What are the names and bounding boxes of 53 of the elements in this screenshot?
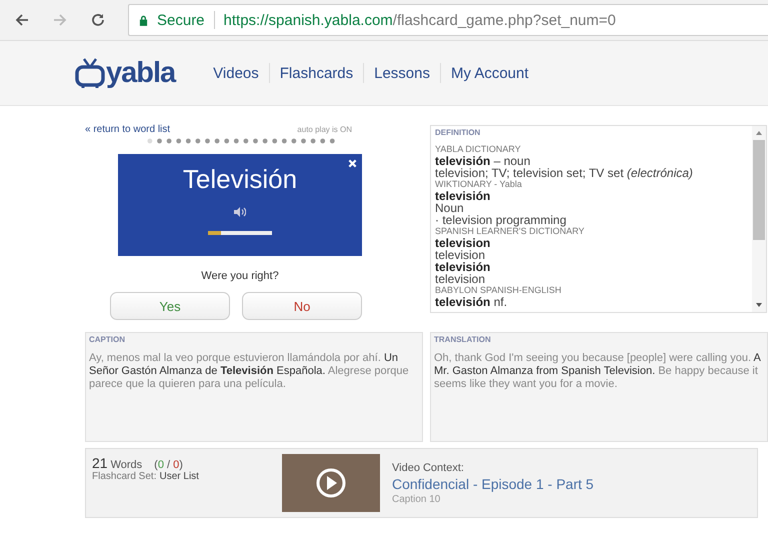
caption-text: Ay, menos mal la veo porque estuvieron llamándola por ahí. Un Señor Gastón Almanza de Televisión Española. Alegrese porque parece que la quieren para una película. bbox=[89, 352, 410, 391]
scroll-up-icon[interactable] bbox=[755, 130, 763, 136]
nav-link[interactable]: My Account bbox=[441, 64, 539, 82]
definition-line: televisión – noun bbox=[435, 155, 532, 167]
scroll-down-icon[interactable] bbox=[755, 302, 763, 308]
definition-line: television; TV; television set; TV set (electrónica) bbox=[435, 167, 694, 179]
return-link[interactable]: « return to word list bbox=[85, 124, 170, 135]
question-text: Were you right? bbox=[200, 270, 280, 282]
reload-icon[interactable] bbox=[90, 12, 106, 28]
score-text: (0 / 0) bbox=[154, 459, 183, 471]
logo-text[interactable]: yabla bbox=[106, 56, 176, 90]
tv-logo-icon bbox=[75, 57, 105, 89]
yes-button[interactable]: Yes bbox=[110, 292, 230, 320]
caption-number: Caption 10 bbox=[392, 494, 442, 504]
dictionary-source: WIKTIONARY - Yabla bbox=[435, 179, 523, 190]
video-thumbnail[interactable] bbox=[282, 454, 380, 512]
word-count: 21 bbox=[92, 455, 108, 471]
lock-icon bbox=[139, 14, 148, 26]
address-bar[interactable]: Secure https://spanish.yabla.com/flashcard_game.php?set_num=0 bbox=[128, 4, 768, 36]
autoplay-status: auto play is ON bbox=[297, 125, 352, 134]
translation-text: Oh, thank God I'm seeing you because [people] were calling you. A Mr. Gaston Almanza from Spanish Television. Be happy because it seems like they want you for a movie. bbox=[434, 352, 762, 391]
nav-link[interactable]: Videos bbox=[203, 64, 269, 82]
dictionary-source: BABYLON SPANISH-ENGLISH bbox=[435, 285, 562, 296]
close-icon[interactable] bbox=[348, 159, 357, 168]
nav-link[interactable]: Flashcards bbox=[270, 64, 364, 82]
panel-heading: TRANSLATION bbox=[434, 335, 492, 344]
dictionary-source: SPANISH LEARNER'S DICTIONARY bbox=[435, 226, 586, 237]
definition-line: television bbox=[435, 273, 486, 285]
definition-line: televisión bbox=[435, 261, 492, 273]
video-title-link[interactable]: Confidencial - Episode 1 - Part 5 bbox=[392, 476, 594, 492]
scrollbar[interactable] bbox=[752, 126, 766, 312]
nav-link[interactable]: Lessons bbox=[364, 64, 440, 82]
definition-line: · television programming bbox=[435, 214, 568, 226]
speaker-icon[interactable] bbox=[234, 207, 246, 217]
flashcard-word: Televisión bbox=[182, 164, 298, 195]
definition-line: televisión nf. bbox=[435, 296, 508, 308]
definition-line: television bbox=[435, 237, 492, 249]
definition-line: Noun bbox=[435, 202, 465, 214]
url-text: https://spanish.yabla.com/flashcard_game.php?set_num=0 bbox=[224, 12, 616, 28]
scrollbar-thumb[interactable] bbox=[753, 140, 765, 240]
secure-label: Secure bbox=[157, 12, 205, 28]
set-name: User List bbox=[159, 471, 199, 482]
no-button[interactable]: No bbox=[242, 292, 362, 320]
play-icon[interactable] bbox=[316, 468, 346, 498]
back-icon[interactable] bbox=[14, 12, 30, 28]
panel-heading: CAPTION bbox=[89, 335, 126, 344]
definition-line: televisión bbox=[435, 190, 492, 202]
set-label: Flashcard Set: bbox=[92, 471, 156, 482]
definition-line: television bbox=[435, 249, 486, 261]
dictionary-source: YABLA DICTIONARY bbox=[435, 144, 522, 155]
video-context-label: Video Context: bbox=[392, 462, 465, 474]
words-label: Words bbox=[110, 459, 142, 471]
panel-heading: DEFINITION bbox=[435, 128, 482, 137]
